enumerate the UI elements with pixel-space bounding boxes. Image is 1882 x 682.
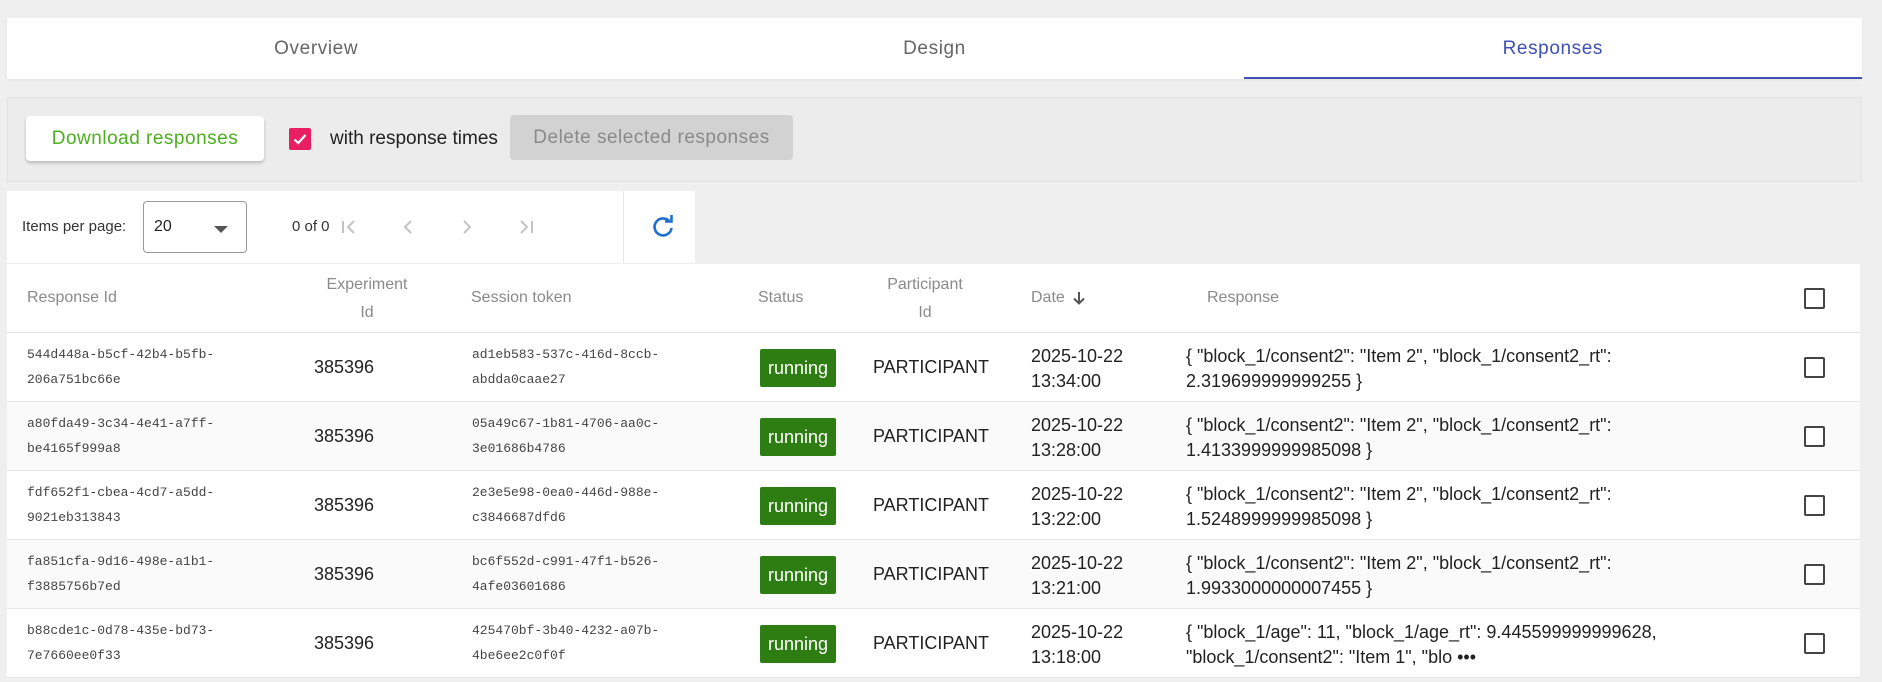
- page-range-label: 0 of 0: [292, 218, 330, 235]
- session-token: 425470bf-3b40-4232-a07b- 4be6ee2c0f0f: [472, 623, 660, 663]
- experiment-id: 385396: [314, 426, 375, 446]
- header-participant-id-line1: Participant: [887, 276, 963, 293]
- response-date: 2025-10-22 13:28:00: [1031, 415, 1124, 460]
- tab-responses[interactable]: Responses: [1243, 18, 1863, 79]
- header-response[interactable]: Response: [1207, 284, 1279, 312]
- header-experiment-id-line2: Id: [360, 304, 374, 321]
- header-experiment-id-line1: Experiment: [326, 276, 408, 293]
- arrow-down-icon: [1073, 292, 1085, 305]
- header-participant-id[interactable]: Participant Id: [865, 271, 985, 327]
- participant-id: PARTICIPANT: [873, 426, 990, 446]
- response-date: 2025-10-22 13:21:00: [1031, 553, 1124, 598]
- row-checkbox[interactable]: [1804, 426, 1825, 447]
- items-per-page-label: Items per page:: [22, 218, 127, 235]
- response-id: fdf652f1-cbea-4cd7-a5dd- 9021eb313843: [27, 485, 215, 525]
- status-badge: running: [760, 487, 836, 525]
- session-token: ad1eb583-537c-416d-8ccb- abdda0caae27: [472, 347, 660, 387]
- response-id: fa851cfa-9d16-498e-a1b1- f3885756b7ed: [27, 554, 215, 594]
- table-row: a80fda49-3c34-4e41-a7ff- be4165f999a8 38…: [7, 402, 1860, 471]
- table-row: fa851cfa-9d16-498e-a1b1- f3885756b7ed 38…: [7, 540, 1860, 609]
- participant-id: PARTICIPANT: [873, 357, 990, 377]
- responses-table: Response Id Experiment Id Session token …: [7, 264, 1860, 678]
- response-json: { "block_1/consent2": "Item 2", "block_1…: [1186, 415, 1612, 460]
- header-date[interactable]: Date: [1031, 284, 1087, 312]
- response-json: { "block_1/age": 11, "block_1/age_rt": 9…: [1186, 622, 1657, 667]
- header-session-token[interactable]: Session token: [471, 284, 572, 312]
- row-checkbox[interactable]: [1804, 633, 1825, 654]
- row-checkbox[interactable]: [1804, 357, 1825, 378]
- experiment-id: 385396: [314, 564, 375, 584]
- first-page-icon[interactable]: [337, 215, 361, 239]
- check-icon[interactable]: [289, 128, 311, 150]
- table-body: 544d448a-b5cf-42b4-b5fb- 206a751bc66e 38…: [7, 333, 1860, 678]
- header-status[interactable]: Status: [758, 284, 803, 312]
- session-token: 05a49c67-1b81-4706-aa0c- 3e01686b4786: [472, 416, 660, 456]
- last-page-icon[interactable]: [514, 215, 538, 239]
- refresh-icon[interactable]: [649, 213, 677, 241]
- status-badge: running: [760, 418, 836, 456]
- experiment-id: 385396: [314, 495, 375, 515]
- status-badge: running: [760, 556, 836, 594]
- tab-overview[interactable]: Overview: [7, 18, 625, 79]
- tab-design[interactable]: Design: [625, 18, 1243, 79]
- participant-id: PARTICIPANT: [873, 633, 990, 653]
- table-header: Response Id Experiment Id Session token …: [7, 264, 1860, 333]
- with-response-times-label: with response times: [330, 128, 498, 149]
- table-row: fdf652f1-cbea-4cd7-a5dd- 9021eb313843 38…: [7, 471, 1860, 540]
- response-id: 544d448a-b5cf-42b4-b5fb- 206a751bc66e: [27, 347, 215, 387]
- response-date: 2025-10-22 13:34:00: [1031, 346, 1124, 391]
- download-responses-button[interactable]: Download responses: [26, 116, 264, 161]
- paginator-divider: [623, 191, 624, 263]
- with-response-times-checkbox[interactable]: with response times: [289, 128, 498, 150]
- previous-page-icon[interactable]: [396, 215, 420, 239]
- response-date: 2025-10-22 13:18:00: [1031, 622, 1124, 667]
- response-json: { "block_1/consent2": "Item 2", "block_1…: [1186, 553, 1612, 598]
- responses-toolbar: Download responses with response times D…: [7, 97, 1862, 182]
- row-checkbox[interactable]: [1804, 495, 1825, 516]
- response-id: a80fda49-3c34-4e41-a7ff- be4165f999a8: [27, 416, 215, 456]
- session-token: 2e3e5e98-0ea0-446d-988e- c3846687dfd6: [472, 485, 660, 525]
- response-date: 2025-10-22 13:22:00: [1031, 484, 1124, 529]
- status-badge: running: [760, 625, 836, 663]
- header-participant-id-line2: Id: [918, 304, 932, 321]
- status-badge: running: [760, 349, 836, 387]
- delete-selected-responses-button[interactable]: Delete selected responses: [510, 115, 793, 160]
- paginator: Items per page: 20 0 of 0: [7, 191, 695, 263]
- response-id: b88cde1c-0d78-435e-bd73- 7e7660ee0f33: [27, 623, 215, 663]
- header-date-label: Date: [1031, 289, 1065, 306]
- experiment-id: 385396: [314, 633, 375, 653]
- select-all-checkbox[interactable]: [1804, 288, 1825, 309]
- response-json: { "block_1/consent2": "Item 2", "block_1…: [1186, 484, 1612, 529]
- participant-id: PARTICIPANT: [873, 564, 990, 584]
- row-checkbox[interactable]: [1804, 564, 1825, 585]
- header-experiment-id[interactable]: Experiment Id: [307, 271, 427, 327]
- table-row: b88cde1c-0d78-435e-bd73- 7e7660ee0f33 38…: [7, 609, 1860, 678]
- tab-bar: Overview Design Responses: [7, 18, 1863, 79]
- page-size-value: 20: [154, 218, 172, 235]
- header-response-id[interactable]: Response Id: [27, 284, 117, 312]
- page-size-select[interactable]: 20: [143, 201, 247, 253]
- table-row: 544d448a-b5cf-42b4-b5fb- 206a751bc66e 38…: [7, 333, 1860, 402]
- response-json: { "block_1/consent2": "Item 2", "block_1…: [1186, 346, 1612, 391]
- participant-id: PARTICIPANT: [873, 495, 990, 515]
- session-token: bc6f552d-c991-47f1-b526- 4afe03601686: [472, 554, 660, 594]
- experiment-id: 385396: [314, 357, 375, 377]
- next-page-icon[interactable]: [455, 215, 479, 239]
- caret-down-icon: [214, 226, 228, 233]
